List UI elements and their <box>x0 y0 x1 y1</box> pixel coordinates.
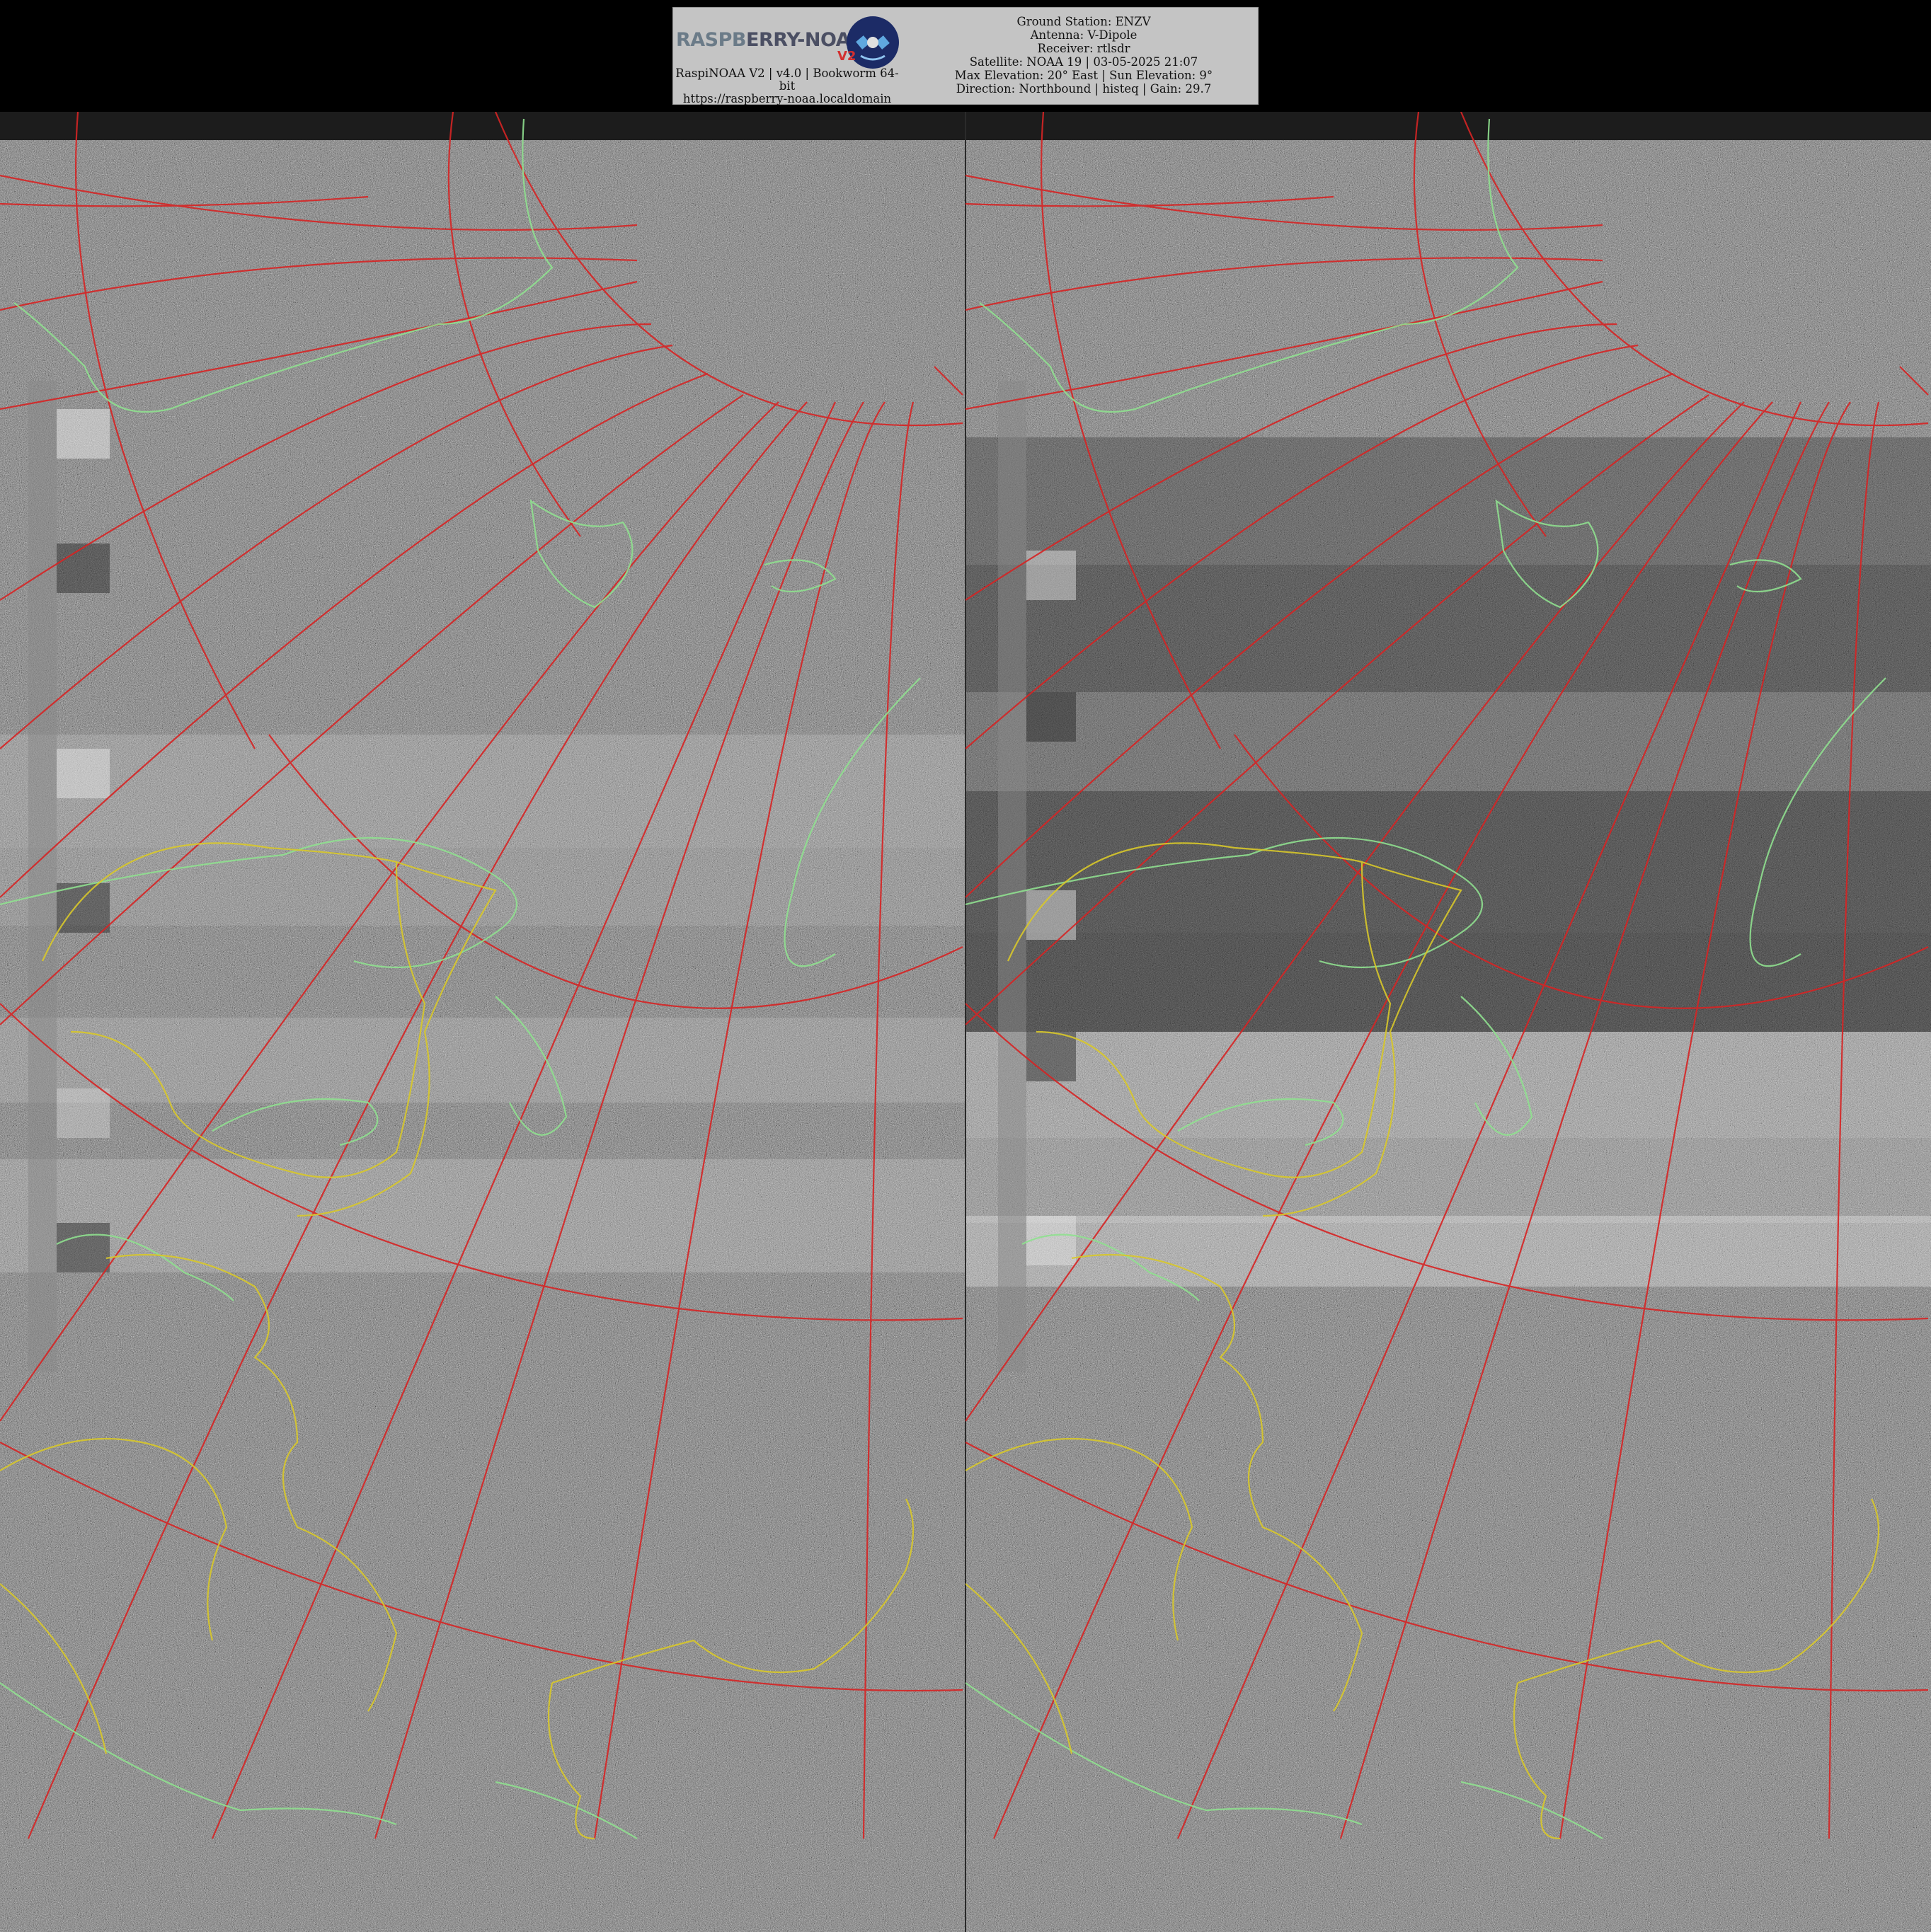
elevation-line: Max Elevation: 20° East | Sun Elevation:… <box>954 69 1213 82</box>
caption-line: bit <box>779 79 796 93</box>
logo-wordmark: RASPBERRY-NOAA <box>676 29 865 51</box>
caption-line: https://raspberry-noaa.localdomain <box>682 92 892 105</box>
direction-line: Direction: Northbound | histeq | Gain: 2… <box>956 82 1212 96</box>
info-overlay-panel: RASPBERRY-NOAA V2 RaspiNOAA V2 | v4.0 | … <box>672 7 1259 105</box>
channel-b-bands <box>966 381 1931 1372</box>
satellite-line: Satellite: NOAA 19 | 03-05-2025 21:07 <box>969 55 1198 69</box>
ground-station-line: Ground Station: ENZV <box>1016 15 1151 28</box>
logo-caption: RaspiNOAA V2 | v4.0 | Bookworm 64- bit h… <box>673 67 901 105</box>
logo-version-badge: V2 <box>837 49 856 64</box>
antenna-line: Antenna: V-Dipole <box>1030 28 1138 42</box>
receiver-line: Receiver: rtlsdr <box>1037 42 1130 55</box>
pass-metadata: Ground Station: ENZV Antenna: V-Dipole R… <box>914 15 1254 96</box>
caption-line: RaspiNOAA V2 | v4.0 | Bookworm 64- <box>675 67 899 80</box>
raspberry-noaa-logo: RASPBERRY-NOAA V2 RaspiNOAA V2 | v4.0 | … <box>673 8 907 105</box>
satellite-image <box>0 112 1931 1932</box>
